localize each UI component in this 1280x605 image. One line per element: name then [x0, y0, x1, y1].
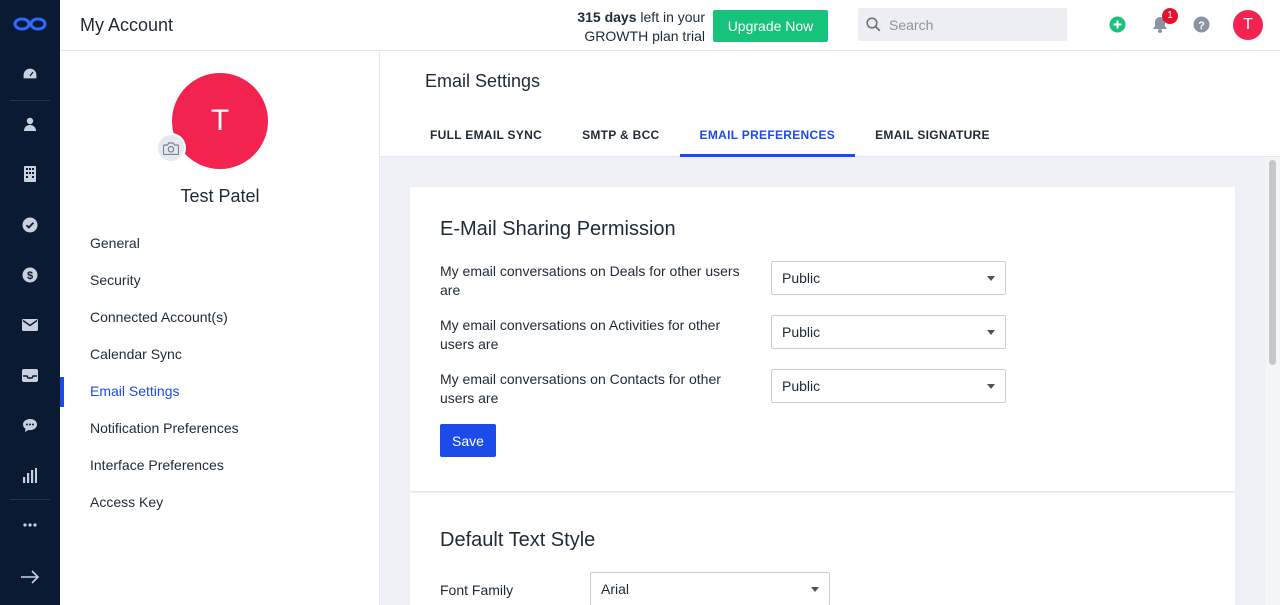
expand-icon[interactable]	[20, 567, 40, 587]
section-title: Email Settings	[425, 71, 541, 91]
companies-icon[interactable]	[20, 164, 40, 184]
inbox-icon[interactable]	[20, 365, 40, 385]
trial-text-1: left in your	[636, 9, 705, 25]
dashboard-icon[interactable]	[20, 64, 40, 84]
sharing-permission-card: E-Mail Sharing Permission My email conve…	[410, 187, 1235, 492]
deals-icon[interactable]: $	[20, 265, 40, 285]
tasks-icon[interactable]	[20, 215, 40, 235]
sidebar-item-calendar-sync[interactable]: Calendar Sync	[60, 336, 380, 373]
chat-icon[interactable]	[20, 415, 40, 435]
font-family-select[interactable]: Arial	[590, 572, 830, 605]
svg-text:?: ?	[1198, 20, 1205, 32]
sidebar-item-email-settings[interactable]: Email Settings	[60, 373, 380, 410]
svg-text:$: $	[27, 270, 33, 282]
save-button[interactable]: Save	[440, 424, 496, 457]
main-header: Email Settings FULL EMAIL SYNC SMTP & BC…	[380, 51, 1280, 157]
contacts-icon[interactable]	[20, 114, 40, 134]
trial-notice: 315 days left in your GROWTH plan trial	[550, 8, 705, 46]
settings-nav: General Security Connected Account(s) Ca…	[60, 225, 380, 521]
email-icon[interactable]	[20, 315, 40, 335]
tab-email-signature[interactable]: EMAIL SIGNATURE	[855, 116, 1010, 157]
top-bar: My Account 315 days left in your GROWTH …	[60, 0, 1280, 51]
page-title: My Account	[80, 15, 174, 35]
trial-text-2: GROWTH plan trial	[584, 28, 705, 44]
default-text-style-title: Default Text Style	[440, 529, 596, 551]
more-icon[interactable]	[20, 515, 40, 535]
sidebar-item-notification-preferences[interactable]: Notification Preferences	[60, 410, 380, 447]
tab-full-email-sync[interactable]: FULL EMAIL SYNC	[410, 116, 562, 157]
tab-email-preferences[interactable]: EMAIL PREFERENCES	[679, 116, 856, 157]
notification-count-badge: 1	[1162, 8, 1178, 24]
deals-permission-label: My email conversations on Deals for othe…	[440, 263, 740, 298]
add-icon[interactable]	[1109, 16, 1127, 34]
sidebar-item-connected-accounts[interactable]: Connected Account(s)	[60, 299, 380, 336]
camera-icon[interactable]	[156, 133, 186, 163]
app-logo-icon[interactable]	[13, 14, 47, 34]
sidebar-item-access-key[interactable]: Access Key	[60, 484, 380, 521]
search-box[interactable]	[858, 8, 1067, 41]
activities-permission-label: My email conversations on Activities for…	[440, 317, 721, 352]
app-rail: $	[0, 0, 60, 605]
search-input[interactable]	[889, 16, 1059, 33]
profile-name: Test Patel	[180, 186, 260, 206]
contacts-permission-label: My email conversations on Contacts for o…	[440, 371, 721, 406]
content-scrollbar[interactable]	[1265, 157, 1280, 605]
sidebar-item-general[interactable]: General	[60, 225, 380, 262]
deals-permission-value: Public	[782, 270, 821, 286]
sharing-permission-title: E-Mail Sharing Permission	[440, 218, 676, 240]
email-settings-tabs: FULL EMAIL SYNC SMTP & BCC EMAIL PREFERE…	[410, 116, 1010, 157]
font-family-label: Font Family	[440, 582, 514, 598]
user-avatar[interactable]: T	[1233, 10, 1263, 40]
tab-smtp-bcc[interactable]: SMTP & BCC	[562, 116, 679, 157]
scrollbar-thumb[interactable]	[1269, 160, 1276, 365]
account-sidebar: T Test Patel General Security Connected …	[60, 51, 380, 605]
default-text-style-card: Default Text Style Font Family Arial	[410, 493, 1235, 605]
upgrade-now-button[interactable]: Upgrade Now	[713, 10, 828, 42]
sidebar-item-security[interactable]: Security	[60, 262, 380, 299]
sidebar-item-interface-preferences[interactable]: Interface Preferences	[60, 447, 380, 484]
chevron-down-icon	[987, 276, 995, 281]
activities-permission-value: Public	[782, 324, 821, 340]
chevron-down-icon	[987, 330, 995, 335]
deals-permission-select[interactable]: Public	[771, 261, 1006, 295]
trial-days: 315 days	[577, 9, 637, 25]
font-family-value: Arial	[601, 581, 630, 597]
rail-divider	[10, 499, 50, 500]
main-content: E-Mail Sharing Permission My email conve…	[380, 157, 1265, 605]
search-icon	[866, 17, 881, 32]
chevron-down-icon	[987, 384, 995, 389]
chevron-down-icon	[811, 587, 819, 592]
contacts-permission-select[interactable]: Public	[771, 369, 1006, 403]
rail-divider	[10, 100, 50, 101]
activities-permission-select[interactable]: Public	[771, 315, 1006, 349]
profile-avatar: T	[172, 73, 268, 169]
help-icon[interactable]: ?	[1193, 16, 1211, 34]
contacts-permission-value: Public	[782, 378, 821, 394]
reports-icon[interactable]	[20, 465, 40, 485]
